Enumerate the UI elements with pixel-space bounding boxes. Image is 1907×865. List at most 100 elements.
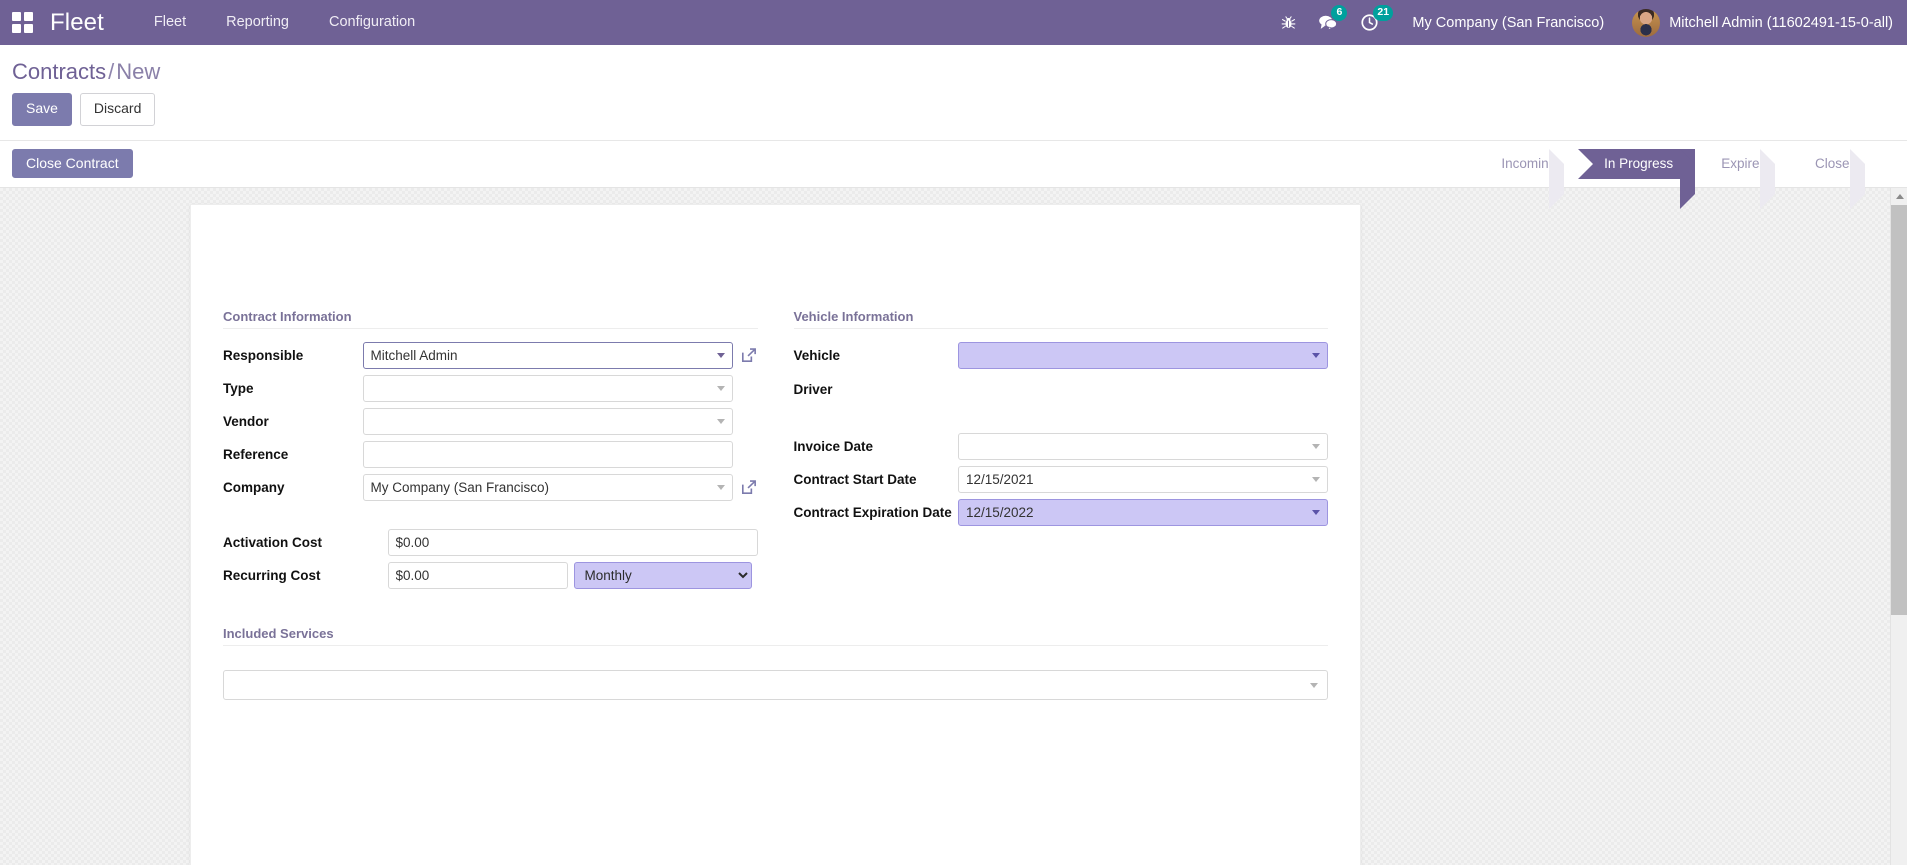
scrollbar-thumb[interactable]	[1891, 204, 1907, 615]
form-view-area: Contract Information Responsible Mitchel…	[0, 187, 1907, 865]
label-contract-start-date: Contract Start Date	[793, 471, 917, 487]
breadcrumb-separator: /	[108, 59, 115, 84]
form-sheet: Contract Information Responsible Mitchel…	[190, 203, 1361, 865]
open-responsible-record-icon[interactable]	[739, 346, 758, 365]
avatar	[1632, 8, 1661, 37]
section-included-services: Included Services	[223, 626, 1328, 700]
vertical-scrollbar[interactable]	[1890, 187, 1907, 865]
label-recurring-cost: Recurring Cost	[223, 567, 321, 583]
invoice-date-input[interactable]	[958, 432, 1328, 460]
contract-start-date-input[interactable]	[958, 465, 1328, 493]
apps-menu-button[interactable]	[0, 0, 44, 45]
date-fields: Invoice Date Contract Start Date 12/15/2…	[793, 430, 1328, 529]
activities-badge: 21	[1373, 5, 1394, 21]
control-panel: Contracts/New Save Discard	[0, 45, 1907, 141]
stage-incoming[interactable]: Incoming	[1485, 148, 1579, 209]
contract-start-date-combo	[958, 465, 1328, 493]
field-row-activation-cost: Activation Cost	[223, 526, 758, 559]
statusbar: Incoming In Progress Expired Closed	[1485, 148, 1895, 209]
field-row-company: Company	[223, 471, 758, 504]
discard-button[interactable]: Discard	[79, 93, 156, 126]
apps-grid-icon	[11, 12, 33, 33]
scroll-up-arrow-icon[interactable]	[1891, 187, 1907, 205]
company-combo	[362, 473, 733, 501]
navbar-right-group: 6 21 My Company (San Francisco) Mitchell…	[1270, 0, 1907, 45]
field-row-responsible: Responsible	[223, 339, 758, 372]
group-vehicle-information: Vehicle Information Vehicle Driver Invoi…	[793, 309, 1329, 592]
stage-in-progress[interactable]: In Progress	[1578, 148, 1696, 209]
cost-group-gap	[223, 504, 758, 526]
label-responsible: Responsible	[223, 347, 304, 363]
field-row-contract-expiration-date: Contract Expiration Date	[793, 496, 1328, 529]
company-input[interactable]	[362, 473, 733, 501]
type-combo	[362, 374, 733, 402]
field-row-contract-start-date: Contract Start Date	[793, 463, 1328, 496]
save-button[interactable]: Save	[12, 93, 72, 126]
breadcrumb-contracts[interactable]: Contracts	[12, 59, 106, 84]
field-row-vendor: Vendor	[223, 405, 758, 438]
close-contract-button[interactable]: Close Contract	[12, 149, 133, 179]
activities-clock-icon[interactable]: 21	[1360, 0, 1394, 45]
group-contract-information: Contract Information Responsible Mitchel…	[223, 309, 758, 592]
cost-fields: Activation Cost Recurring Cost	[223, 526, 758, 592]
label-invoice-date: Invoice Date	[793, 438, 874, 454]
label-activation-cost: Activation Cost	[223, 534, 323, 550]
recurring-cost-frequency-select[interactable]: Monthly	[573, 561, 752, 589]
menu-item-reporting[interactable]: Reporting	[206, 0, 309, 45]
contract-expiration-date-combo	[958, 498, 1328, 526]
menu-item-fleet[interactable]: Fleet	[134, 0, 206, 45]
sheet-wrapper: Contract Information Responsible Mitchel…	[0, 188, 1907, 865]
label-type: Type	[223, 380, 254, 396]
contract-information-fields: Responsible Mitchell Admin Type Vendor R…	[223, 339, 758, 504]
vehicle-information-fields: Vehicle Driver	[793, 339, 1329, 408]
label-driver: Driver	[793, 382, 833, 398]
main-menu: Fleet Reporting Configuration	[134, 0, 435, 45]
main-group-row: Contract Information Responsible Mitchel…	[223, 309, 1328, 592]
user-menu[interactable]: Mitchell Admin (11602491-15-0-all)	[1618, 8, 1893, 37]
open-company-record-icon[interactable]	[739, 478, 758, 497]
field-row-vehicle: Vehicle	[793, 339, 1328, 372]
company-switcher[interactable]: My Company (San Francisco)	[1390, 15, 1618, 31]
date-group-gap	[794, 408, 1329, 430]
field-row-type: Type	[223, 372, 758, 405]
responsible-combo	[362, 341, 733, 369]
user-menu-label: Mitchell Admin (11602491-15-0-all)	[1669, 14, 1893, 31]
breadcrumb: Contracts/New	[12, 45, 1895, 89]
invoice-date-combo	[958, 432, 1328, 460]
control-panel-buttons: Save Discard	[12, 89, 1895, 140]
driver-value	[958, 375, 1328, 405]
label-vehicle: Vehicle	[793, 347, 841, 363]
messages-icon[interactable]: 6	[1318, 0, 1348, 45]
messages-badge: 6	[1331, 5, 1348, 21]
group-title-vehicle-information: Vehicle Information	[793, 309, 1328, 329]
action-status-bar: Close Contract Incoming In Progress Expi…	[0, 140, 1907, 209]
field-row-invoice-date: Invoice Date	[793, 430, 1328, 463]
recurring-cost-input[interactable]	[387, 561, 568, 589]
bug-icon[interactable]	[1281, 0, 1296, 45]
stage-closed[interactable]: Closed	[1788, 148, 1879, 209]
group-title-contract-information: Contract Information	[223, 309, 758, 329]
app-brand-fleet[interactable]: Fleet	[44, 9, 114, 37]
activation-cost-input[interactable]	[387, 528, 758, 556]
field-row-reference: Reference	[223, 438, 758, 471]
vehicle-combo	[958, 341, 1328, 369]
sheet-header-spacer	[223, 229, 1328, 309]
breadcrumb-current: New	[116, 59, 161, 84]
label-company: Company	[223, 479, 285, 495]
menu-item-configuration[interactable]: Configuration	[309, 0, 435, 45]
field-row-driver: Driver	[794, 372, 1329, 408]
vehicle-input[interactable]	[958, 341, 1328, 369]
field-row-recurring-cost: Recurring Cost Monthly	[223, 559, 758, 592]
top-navbar: Fleet Fleet Reporting Configuration 6 21…	[0, 0, 1907, 45]
type-input[interactable]	[362, 374, 733, 402]
vendor-combo	[362, 407, 733, 435]
reference-input[interactable]	[362, 440, 733, 468]
vendor-input[interactable]	[362, 407, 733, 435]
contract-expiration-date-input[interactable]	[958, 498, 1328, 526]
label-vendor: Vendor	[223, 413, 269, 429]
included-services-new-line-input[interactable]	[223, 669, 1328, 700]
label-contract-expiration-date: Contract Expiration Date	[793, 504, 952, 520]
label-reference: Reference	[223, 446, 289, 462]
responsible-input[interactable]	[362, 341, 733, 369]
group-title-included-services: Included Services	[223, 626, 1328, 646]
